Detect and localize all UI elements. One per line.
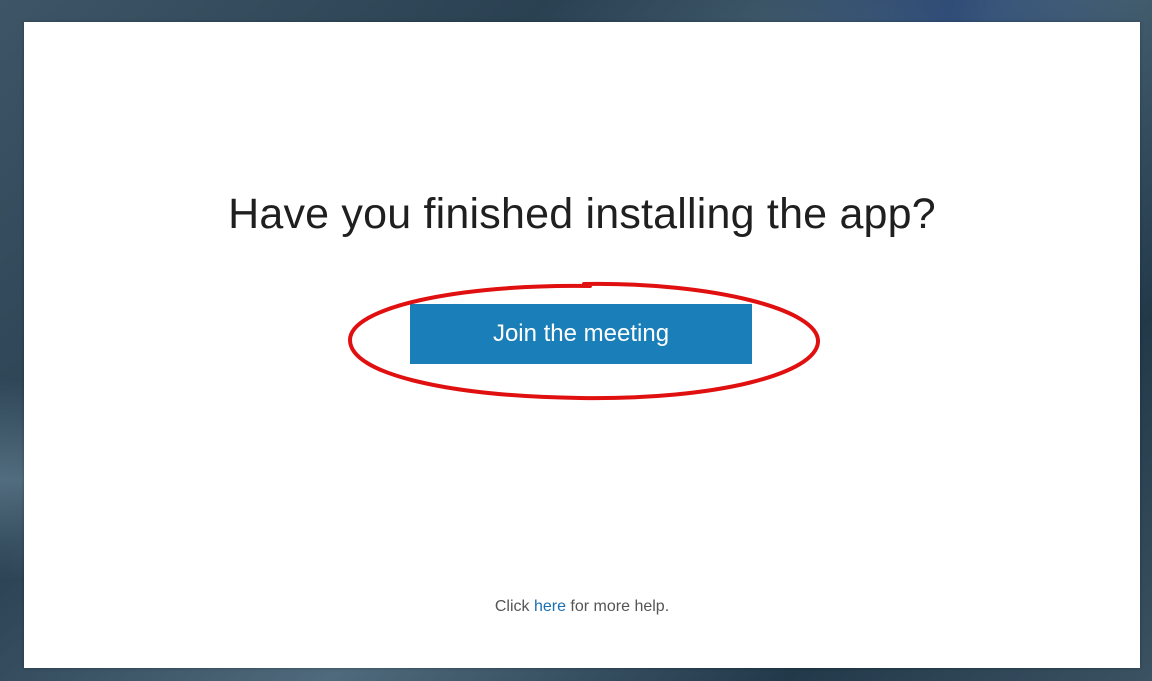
help-link[interactable]: here xyxy=(534,598,566,615)
install-confirmation-dialog: Have you finished installing the app? Jo… xyxy=(24,22,1140,668)
help-prefix: Click xyxy=(494,598,534,615)
background-streak xyxy=(760,0,1140,24)
dialog-heading: Have you finished installing the app? xyxy=(228,190,936,238)
help-suffix: for more help. xyxy=(565,598,670,615)
help-text: Click here for more help. xyxy=(24,598,1140,616)
join-meeting-button[interactable]: Join the meeting xyxy=(410,304,752,364)
